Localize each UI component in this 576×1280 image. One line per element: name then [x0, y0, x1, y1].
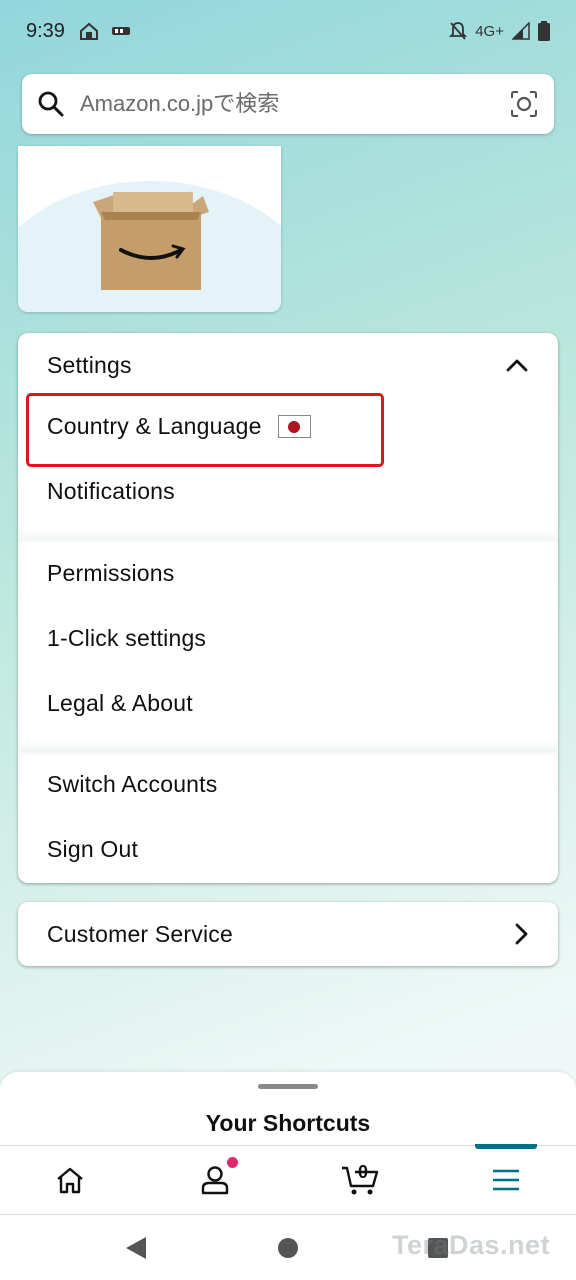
nav-menu-button[interactable] [466, 1146, 546, 1214]
app-notification-icon [111, 27, 130, 35]
back-icon[interactable] [124, 1235, 148, 1261]
menu-icon [493, 1169, 519, 1191]
signal-icon [512, 22, 530, 40]
network-type: 4G+ [475, 22, 504, 40]
search-bar[interactable] [22, 74, 554, 134]
menu-item-notifications[interactable]: Notifications [47, 478, 175, 505]
menu-item-label: Notifications [47, 478, 175, 504]
menu-item-label: Country & Language [47, 413, 262, 439]
section-divider [18, 741, 558, 757]
status-right-icons: 4G+ [449, 21, 550, 41]
sheet-drag-handle[interactable] [258, 1084, 318, 1089]
customer-service-label: Customer Service [47, 920, 233, 947]
menu-item-country-language[interactable]: Country & Language [47, 413, 311, 440]
battery-icon [538, 21, 550, 41]
section-divider [18, 529, 558, 545]
bottom-nav [0, 1144, 576, 1215]
menu-item-permissions[interactable]: Permissions [47, 560, 174, 587]
settings-header[interactable]: Settings [18, 333, 558, 397]
watermark: TeraDas.net [392, 1230, 551, 1260]
camera-scan-icon[interactable] [510, 90, 538, 118]
customer-service-row[interactable]: Customer Service [18, 902, 558, 966]
japan-flag-icon [277, 415, 311, 438]
status-time: 9:39 [26, 19, 65, 42]
menu-item-sign-out[interactable]: Sign Out [47, 836, 138, 863]
status-bar: 9:39 4G+ [0, 0, 576, 62]
chevron-right-icon [515, 923, 528, 945]
account-icon [201, 1166, 229, 1195]
menu-item-legal-about[interactable]: Legal & About [47, 690, 193, 717]
home-icon [57, 1167, 83, 1194]
menu-item-one-click-settings[interactable]: 1-Click settings [47, 625, 206, 652]
promo-card[interactable] [18, 146, 281, 312]
nav-home-button[interactable] [30, 1146, 110, 1214]
search-icon[interactable] [38, 91, 64, 117]
mute-bell-icon [449, 22, 468, 40]
menu-item-label: Switch Accounts [47, 771, 218, 797]
home-circle-icon[interactable] [277, 1237, 299, 1259]
menu-item-switch-accounts[interactable]: Switch Accounts [47, 771, 217, 798]
menu-item-label: Sign Out [47, 836, 139, 862]
menu-item-label: 1-Click settings [47, 625, 207, 651]
amazon-box-icon [93, 192, 209, 290]
settings-section: Settings Country & Language Notification… [18, 333, 558, 883]
search-input[interactable] [78, 90, 510, 118]
account-badge-dot [225, 1155, 240, 1170]
cart-count: 0 [358, 1162, 369, 1182]
chevron-up-icon[interactable] [506, 358, 528, 372]
menu-item-label: Permissions [47, 560, 175, 586]
status-left-icons [79, 22, 131, 40]
shortcuts-title: Your Shortcuts [205, 1110, 371, 1136]
nav-account-button[interactable] [175, 1146, 255, 1214]
settings-title: Settings [47, 351, 132, 378]
home-notification-icon [79, 22, 98, 40]
menu-item-label: Legal & About [47, 690, 193, 716]
